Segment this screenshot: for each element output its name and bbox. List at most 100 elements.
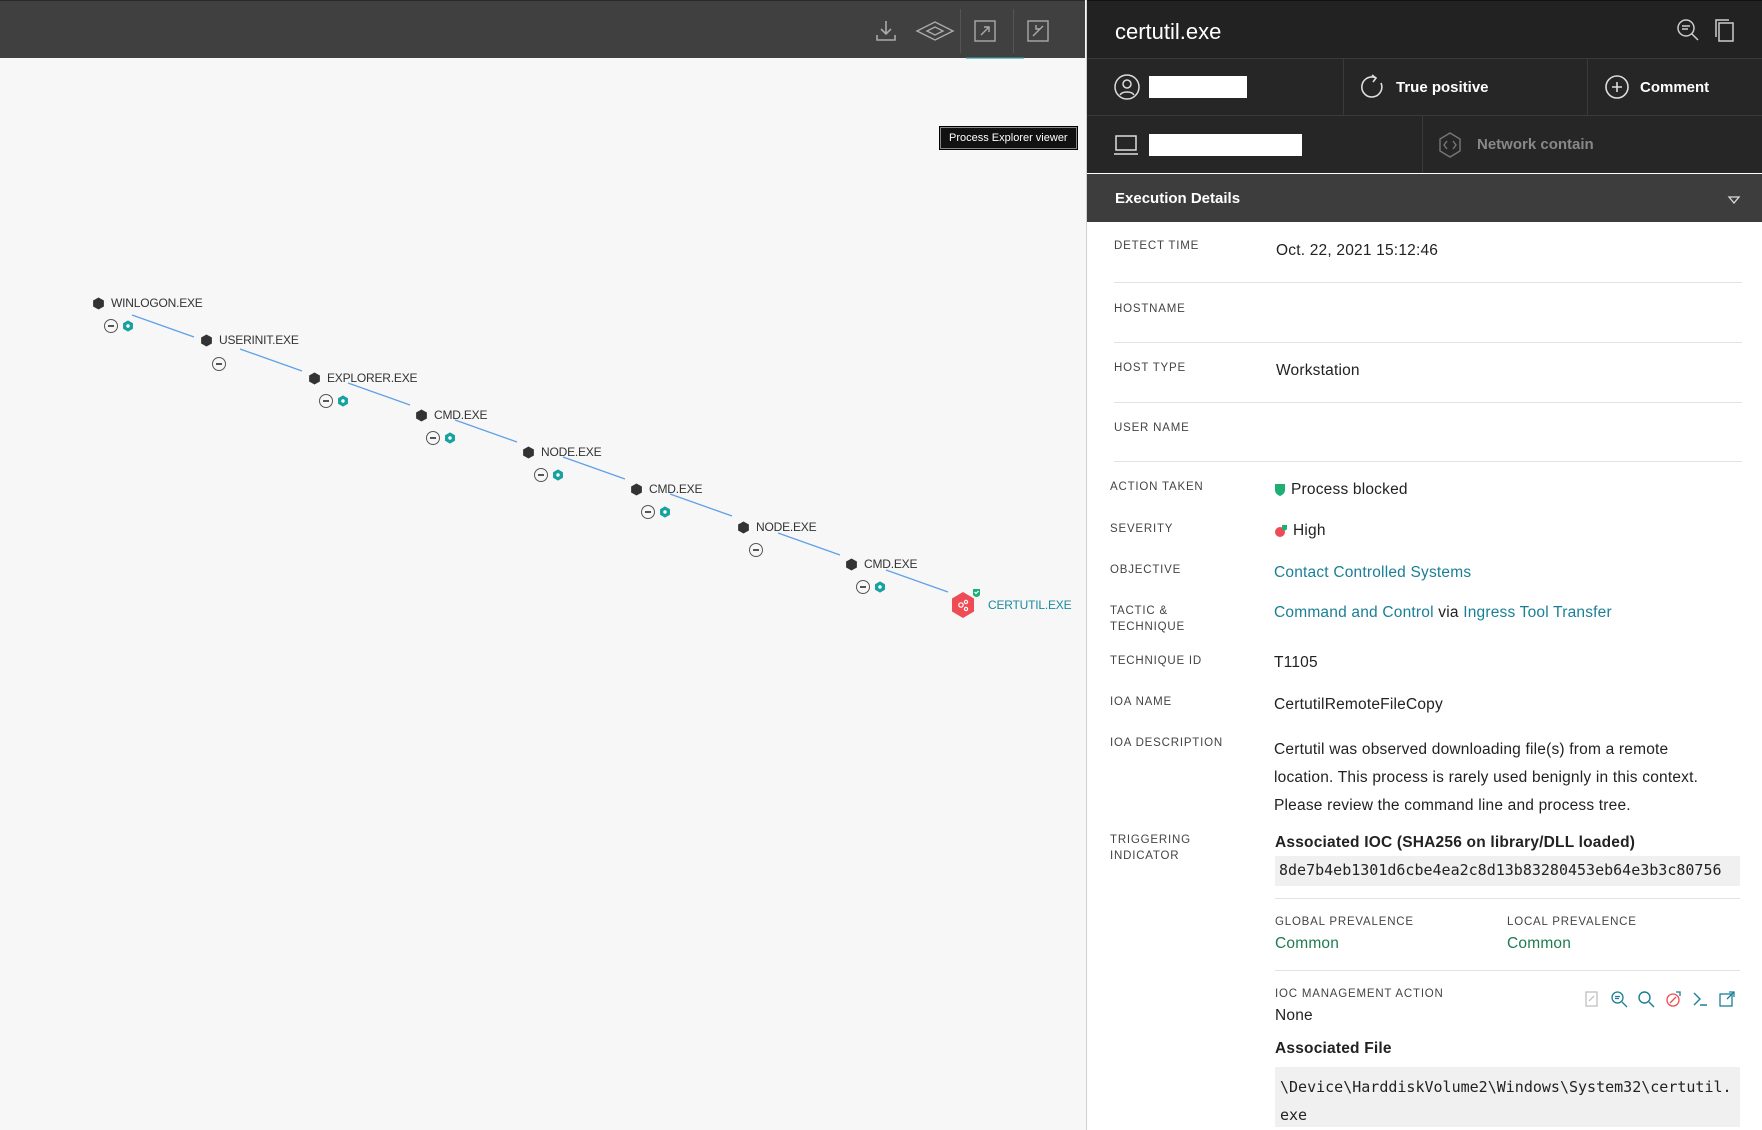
- process-tree-edges: [131, 314, 949, 593]
- severity-high-icon: [1275, 525, 1287, 537]
- technique-link[interactable]: Ingress Tool Transfer: [1463, 604, 1612, 621]
- computer-icon: [1114, 134, 1138, 155]
- download-icon[interactable]: [868, 13, 904, 49]
- indicator-icon[interactable]: [659, 506, 671, 518]
- process-icon: [93, 296, 104, 310]
- collapse-node-icon[interactable]: [641, 505, 655, 519]
- collapse-node-icon[interactable]: [749, 543, 763, 557]
- collapse-icon[interactable]: [1020, 13, 1056, 49]
- process-icon: [309, 371, 320, 385]
- shield-icon: [1275, 484, 1285, 496]
- collapse-node-icon[interactable]: [212, 357, 226, 371]
- add-comment-icon: [1605, 75, 1629, 99]
- action-taken-text: Process blocked: [1291, 481, 1408, 498]
- severity-label: SEVERITY: [1110, 523, 1174, 535]
- process-icon: [846, 557, 857, 571]
- global-prevalence-value: Common: [1275, 935, 1340, 952]
- process-node-selected[interactable]: CERTUTIL.EXE: [948, 588, 1072, 622]
- action-taken-value: Process blocked: [1274, 481, 1408, 499]
- process-label: NODE.EXE: [541, 445, 602, 459]
- process-label: USERINIT.EXE: [219, 333, 299, 347]
- process-label: CMD.EXE: [434, 408, 488, 422]
- process-node[interactable]: CMD.EXE: [630, 482, 702, 496]
- expand-icon[interactable]: [967, 13, 1003, 49]
- indicator-icon[interactable]: [122, 320, 134, 332]
- ioc-management-value: None: [1275, 1007, 1313, 1024]
- detect-time-label: DETECT TIME: [1114, 240, 1200, 252]
- tactic-label-line-1: TACTIC &: [1110, 605, 1168, 617]
- search-zoom-icon[interactable]: [1610, 990, 1628, 1008]
- search-zoom-icon[interactable]: [1675, 17, 1701, 48]
- indicator-icon[interactable]: [444, 432, 456, 444]
- collapse-node-icon[interactable]: [104, 319, 118, 333]
- user-icon: [1114, 74, 1140, 100]
- process-node[interactable]: NODE.EXE: [737, 520, 817, 534]
- severity-value: High: [1274, 522, 1326, 540]
- process-graph-pane: Process Explorer viewer WINLOGON.EXE USE…: [0, 0, 1085, 1130]
- process-icon: [416, 408, 427, 422]
- collapse-node-icon[interactable]: [426, 431, 440, 445]
- objective-label: OBJECTIVE: [1110, 564, 1182, 576]
- threat-intel-icon[interactable]: [1664, 990, 1682, 1008]
- ioc-toolbar: [1583, 990, 1736, 1008]
- host-type-label: HOST TYPE: [1114, 362, 1186, 374]
- associated-file-title: Associated File: [1275, 1040, 1392, 1057]
- ioc-hash-value[interactable]: 8de7b4eb1301d6cbe4ea2c8d13b83280453eb64e…: [1275, 856, 1740, 886]
- process-icon: [738, 520, 749, 534]
- process-icon: [631, 482, 642, 496]
- section-header[interactable]: Execution Details: [1087, 174, 1762, 222]
- process-node[interactable]: WINLOGON.EXE: [92, 296, 203, 310]
- associated-file-path[interactable]: \Device\HarddiskVolume2\Windows\System32…: [1275, 1067, 1740, 1127]
- tactic-label-line-2: TECHNIQUE: [1110, 621, 1185, 633]
- process-label: CERTUTIL.EXE: [988, 598, 1072, 612]
- process-node[interactable]: EXPLORER.EXE: [308, 371, 418, 385]
- redacted-hostname: [1149, 133, 1302, 156]
- collapse-node-icon[interactable]: [319, 394, 333, 408]
- hostname-label: HOSTNAME: [1114, 303, 1186, 315]
- ioa-description-label: IOA DESCRIPTION: [1110, 737, 1223, 749]
- ioa-description-line: Please review the command line and proce…: [1274, 797, 1631, 814]
- search-icon[interactable]: [1637, 990, 1655, 1008]
- layers-icon[interactable]: [912, 13, 958, 49]
- technique-id-label: TECHNIQUE ID: [1110, 655, 1203, 667]
- tactic-label: TACTIC & TECHNIQUE: [1110, 603, 1185, 635]
- comment-button[interactable]: Comment: [1588, 59, 1762, 115]
- process-icon: [201, 333, 212, 347]
- process-node[interactable]: USERINIT.EXE: [200, 333, 299, 347]
- comment-label: Comment: [1640, 78, 1710, 96]
- assign-user[interactable]: [1087, 59, 1344, 115]
- true-positive-label: True positive: [1396, 78, 1489, 96]
- detection-icon: [952, 589, 980, 618]
- edit-icon[interactable]: [1583, 990, 1601, 1008]
- process-label: WINLOGON.EXE: [111, 296, 203, 310]
- ioa-description-line: location. This process is rarely used be…: [1274, 769, 1699, 786]
- ioc-management-label: IOC MANAGEMENT ACTION: [1275, 988, 1444, 1000]
- process-label: CMD.EXE: [649, 482, 703, 496]
- local-prevalence-value: Common: [1507, 935, 1572, 952]
- process-node[interactable]: CMD.EXE: [845, 557, 917, 571]
- process-node[interactable]: CMD.EXE: [415, 408, 487, 422]
- process-node[interactable]: NODE.EXE: [522, 445, 602, 459]
- indicator-icon[interactable]: [552, 469, 564, 481]
- indicator-icon[interactable]: [337, 395, 349, 407]
- chevron-down-icon[interactable]: [1727, 192, 1741, 209]
- triggering-indicator-label: TRIGGERING INDICATOR: [1110, 832, 1191, 864]
- external-link-icon[interactable]: [1718, 990, 1736, 1008]
- terminal-icon[interactable]: [1691, 990, 1709, 1008]
- action-taken-label: ACTION TAKEN: [1110, 481, 1204, 493]
- process-label: EXPLORER.EXE: [327, 371, 418, 385]
- tactic-link[interactable]: Command and Control: [1274, 604, 1434, 621]
- network-contain-label: Network contain: [1477, 136, 1594, 153]
- network-contain-button[interactable]: Network contain: [1423, 116, 1762, 173]
- redacted-user: [1149, 76, 1247, 98]
- collapse-node-icon[interactable]: [856, 580, 870, 594]
- ioa-name-label: IOA NAME: [1110, 696, 1172, 708]
- collapse-node-icon[interactable]: [534, 468, 548, 482]
- copy-icon[interactable]: [1711, 17, 1737, 48]
- host-info[interactable]: [1087, 116, 1423, 173]
- objective-link[interactable]: Contact Controlled Systems: [1274, 564, 1471, 582]
- indicator-icon[interactable]: [874, 581, 886, 593]
- true-positive-button[interactable]: True positive: [1344, 59, 1588, 115]
- ioa-name-value: CertutilRemoteFileCopy: [1274, 696, 1443, 713]
- status-cycle-icon: [1361, 74, 1383, 98]
